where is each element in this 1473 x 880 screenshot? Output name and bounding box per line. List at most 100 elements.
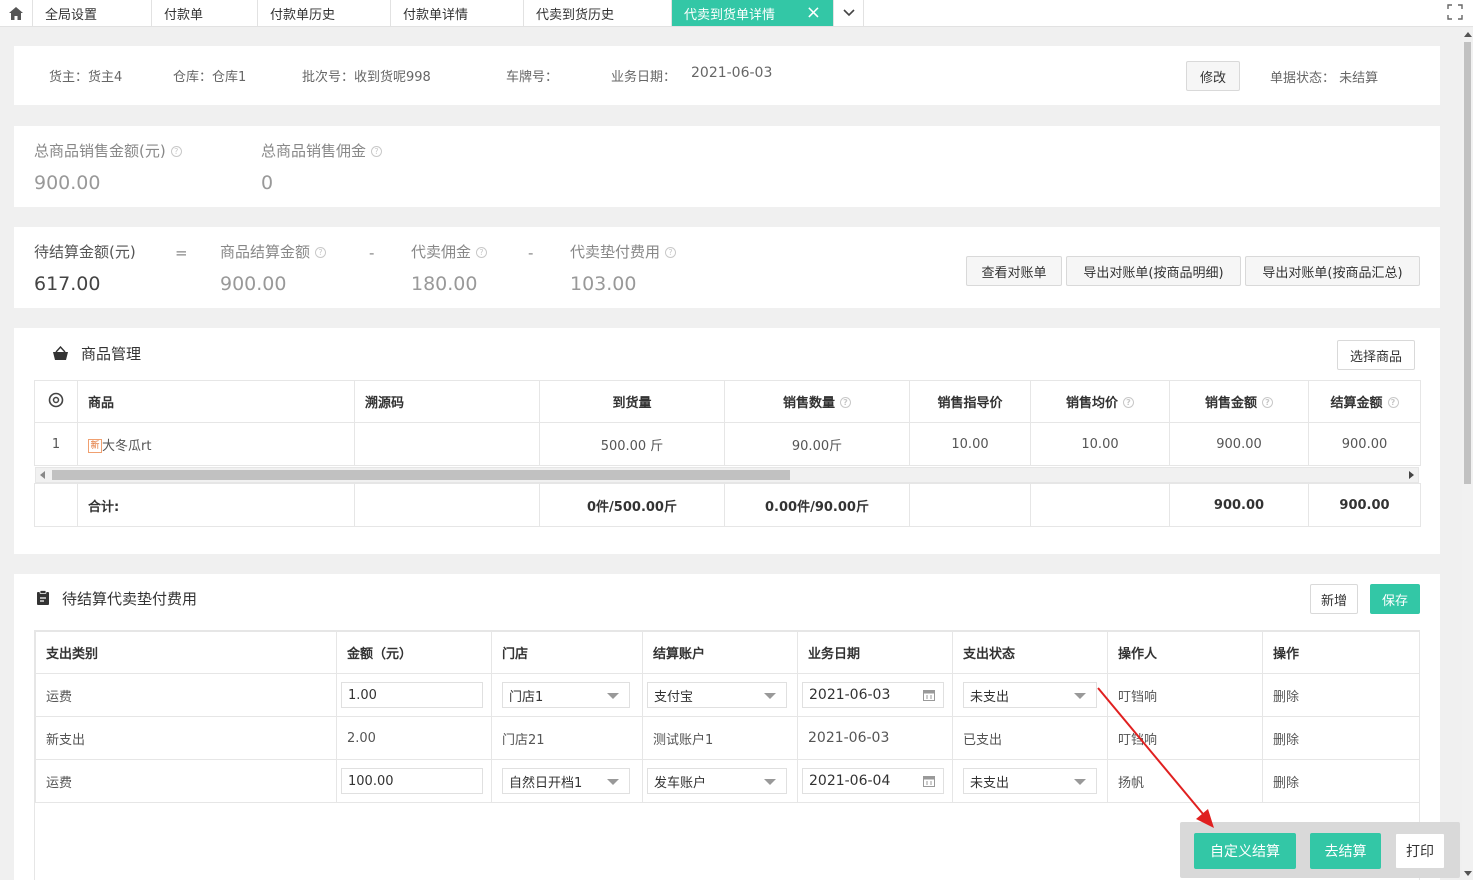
date-label: 业务日期： bbox=[611, 70, 677, 85]
tab-consignment-history[interactable]: 代卖到货历史 bbox=[524, 0, 672, 26]
tab-payment-detail[interactable]: 付款单详情 bbox=[391, 0, 524, 26]
scrollbar-thumb[interactable] bbox=[52, 470, 790, 480]
total-commission-label: 总商品销售佣金? bbox=[261, 140, 383, 161]
tab-bar: 全局设置 付款单 付款单历史 付款单详情 代卖到货历史 代卖到货单详情 × bbox=[0, 0, 1473, 27]
goods-table: 商品 溯源码 到货量 销售数量? 销售指导价 销售均价? 销售金额? 结算金额?… bbox=[34, 380, 1421, 466]
help-icon[interactable]: ? bbox=[371, 146, 383, 157]
status-select[interactable]: 未支出 bbox=[963, 682, 1097, 708]
commission-value: 180.00 bbox=[411, 273, 478, 295]
fee-category: 运费 bbox=[35, 673, 337, 717]
row-index: 1 bbox=[34, 422, 78, 466]
table-row[interactable]: 1 新大冬瓜rt 500.00 斤 90.00斤 10.00 10.00 900… bbox=[34, 422, 1421, 466]
col-amount: 金额（元） bbox=[336, 631, 492, 674]
select-value: 门店1 bbox=[509, 689, 544, 705]
chevron-down-icon[interactable] bbox=[834, 0, 864, 26]
print-button[interactable]: 打印 bbox=[1395, 833, 1445, 869]
goods-name: 大冬瓜rt bbox=[102, 438, 152, 454]
help-icon[interactable]: ? bbox=[840, 397, 851, 408]
delete-link[interactable]: 删除 bbox=[1262, 716, 1420, 760]
date-picker[interactable]: 2021-06-03 bbox=[802, 682, 944, 708]
chevron-down-icon bbox=[607, 779, 619, 785]
col-category: 支出类别 bbox=[35, 631, 337, 674]
commission-label: 代卖佣金? bbox=[411, 241, 488, 262]
annotation-arrow bbox=[1097, 687, 1214, 828]
goods-total-table: 合计: 0件/500.00斤 0.00件/90.00斤 900.00 900.0… bbox=[34, 483, 1421, 527]
col-date: 业务日期 bbox=[797, 631, 953, 674]
goods-card: 商品管理 选择商品 商品 溯源码 到货量 销售数量? 销售指导价 销售均价? 销… bbox=[14, 328, 1440, 554]
chevron-down-icon bbox=[607, 693, 619, 699]
store-select[interactable]: 自然日开档1 bbox=[502, 768, 630, 794]
help-icon[interactable]: ? bbox=[476, 247, 488, 258]
avg-price: 10.00 bbox=[1030, 422, 1170, 466]
col-trace: 溯源码 bbox=[354, 380, 540, 423]
col-settle-amount: 结算金额? bbox=[1308, 380, 1421, 423]
col-status: 支出状态 bbox=[952, 631, 1108, 674]
select-goods-button[interactable]: 选择商品 bbox=[1337, 340, 1415, 370]
col-goods: 商品 bbox=[77, 380, 355, 423]
total-arrival: 0件/500.00斤 bbox=[539, 483, 725, 527]
scrollbar-thumb[interactable] bbox=[1464, 42, 1471, 484]
tab-payment[interactable]: 付款单 bbox=[152, 0, 258, 26]
table-header-row: 商品 溯源码 到货量 销售数量? 销售指导价 销售均价? 销售金额? 结算金额? bbox=[34, 380, 1421, 423]
date-value: 2021-06-03 bbox=[691, 65, 773, 81]
date-picker[interactable]: 2021-06-04 bbox=[802, 768, 944, 794]
basket-icon bbox=[52, 345, 69, 365]
minus-sign: - bbox=[528, 244, 534, 262]
col-sales-qty: 销售数量? bbox=[724, 380, 910, 423]
minus-sign: - bbox=[369, 244, 375, 262]
goods-settle-value: 900.00 bbox=[220, 273, 287, 295]
close-icon[interactable]: × bbox=[806, 4, 821, 22]
horizontal-scrollbar[interactable] bbox=[35, 467, 1419, 483]
batch-info: 批次号：收到货呢998 bbox=[302, 70, 431, 85]
store-select[interactable]: 门店1 bbox=[502, 682, 630, 708]
account-select[interactable]: 支付宝 bbox=[647, 682, 787, 708]
tab-payment-history[interactable]: 付款单历史 bbox=[258, 0, 391, 26]
status-select[interactable]: 未支出 bbox=[963, 768, 1097, 794]
tab-label: 付款单详情 bbox=[403, 7, 469, 23]
help-icon[interactable]: ? bbox=[665, 247, 677, 258]
export-summary-button[interactable]: 导出对账单(按商品汇总) bbox=[1245, 256, 1420, 286]
settings-gear-icon[interactable] bbox=[34, 380, 78, 423]
help-icon[interactable]: ? bbox=[1262, 397, 1273, 408]
delete-link[interactable]: 删除 bbox=[1262, 673, 1420, 717]
export-detail-button[interactable]: 导出对账单(按商品明细) bbox=[1066, 256, 1241, 286]
view-statement-button[interactable]: 查看对账单 bbox=[966, 256, 1062, 286]
calendar-icon bbox=[923, 690, 935, 701]
amount-input[interactable]: 100.00 bbox=[341, 768, 483, 794]
guide-price: 10.00 bbox=[909, 422, 1031, 466]
save-button[interactable]: 保存 bbox=[1370, 584, 1420, 614]
total-commission-value: 0 bbox=[261, 172, 274, 194]
help-icon[interactable]: ? bbox=[315, 247, 327, 258]
total-label: 合计: bbox=[77, 483, 355, 527]
fee-status: 已支出 bbox=[952, 716, 1108, 760]
fee-amount: 2.00 bbox=[336, 716, 492, 760]
home-icon[interactable] bbox=[0, 0, 33, 26]
amount-input[interactable]: 1.00 bbox=[341, 682, 483, 708]
vertical-scrollbar[interactable] bbox=[1462, 28, 1473, 880]
help-icon[interactable]: ? bbox=[170, 146, 182, 157]
chevron-down-icon bbox=[1074, 779, 1086, 785]
account-select[interactable]: 发车账户 bbox=[647, 768, 787, 794]
plate-info: 车牌号： bbox=[506, 70, 559, 85]
total-row: 合计: 0件/500.00斤 0.00件/90.00斤 900.00 900.0… bbox=[34, 483, 1421, 527]
select-value: 支付宝 bbox=[654, 689, 694, 705]
warehouse-info: 仓库：仓库1 bbox=[173, 70, 247, 85]
help-icon[interactable]: ? bbox=[1387, 397, 1399, 408]
fee-date: 2021-06-03 bbox=[797, 716, 953, 760]
fullscreen-icon[interactable] bbox=[1447, 4, 1463, 20]
edit-button[interactable]: 修改 bbox=[1186, 61, 1240, 91]
goods-settle-label: 商品结算金额? bbox=[220, 241, 327, 262]
settle-button[interactable]: 去结算 bbox=[1310, 833, 1381, 869]
help-icon[interactable]: ? bbox=[1123, 397, 1134, 408]
settle-amount: 900.00 bbox=[1308, 422, 1421, 466]
tab-consignment-detail[interactable]: 代卖到货单详情 × bbox=[672, 0, 834, 26]
add-fee-button[interactable]: 新增 bbox=[1310, 584, 1358, 614]
tab-global-settings[interactable]: 全局设置 bbox=[33, 0, 152, 26]
total-settle-amount: 900.00 bbox=[1308, 483, 1421, 527]
delete-link[interactable]: 删除 bbox=[1262, 759, 1420, 803]
total-sales-qty: 0.00件/90.00斤 bbox=[724, 483, 910, 527]
trace-code bbox=[354, 422, 540, 466]
col-avg-price: 销售均价? bbox=[1030, 380, 1170, 423]
status-text: 单据状态： 未结算 bbox=[1270, 71, 1379, 86]
goods-title: 商品管理 bbox=[81, 345, 142, 363]
